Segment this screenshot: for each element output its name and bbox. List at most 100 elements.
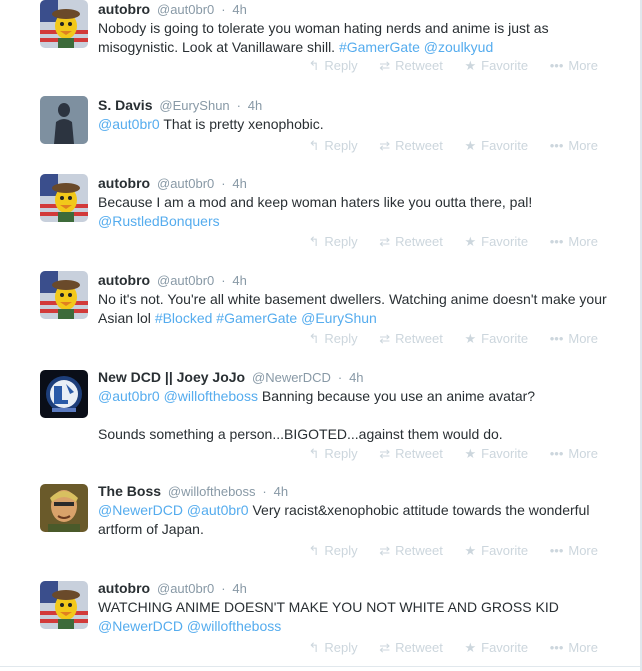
avatar[interactable] bbox=[40, 96, 88, 144]
tweet-timestamp[interactable]: 4h bbox=[248, 98, 262, 113]
retweet-label: Retweet bbox=[395, 331, 443, 346]
tweet-author-name[interactable]: autobro bbox=[98, 272, 150, 288]
tweet-timestamp[interactable]: 4h bbox=[232, 2, 246, 17]
reply-button[interactable]: ↰ Reply bbox=[308, 640, 357, 656]
tweet[interactable]: autobro @aut0br0 · 4h Because I am a mod… bbox=[0, 164, 642, 262]
retweet-button[interactable]: ⇄ Retweet bbox=[379, 640, 443, 656]
hashtag-link[interactable]: #GamerGate bbox=[339, 39, 420, 55]
avatar[interactable] bbox=[40, 581, 88, 629]
separator-dot: · bbox=[236, 98, 241, 113]
retweet-button[interactable]: ⇄ Retweet bbox=[379, 58, 443, 74]
reply-label: Reply bbox=[324, 138, 358, 153]
favorite-button[interactable]: ★ Favorite bbox=[464, 543, 528, 559]
retweet-button[interactable]: ⇄ Retweet bbox=[379, 234, 443, 250]
tweet-author-handle[interactable]: @EuryShun bbox=[159, 98, 229, 113]
favorite-button[interactable]: ★ Favorite bbox=[464, 640, 528, 656]
tweet-timestamp[interactable]: 4h bbox=[349, 370, 363, 385]
reply-button[interactable]: ↰ Reply bbox=[308, 446, 357, 462]
avatar[interactable] bbox=[40, 370, 88, 418]
hashtag-link[interactable]: #Blocked bbox=[155, 310, 213, 326]
mention-link[interactable]: @willoftheboss bbox=[164, 388, 258, 404]
tweet-text: @aut0br0 @willoftheboss Banning because … bbox=[98, 387, 630, 444]
tweet[interactable]: The Boss @willoftheboss · 4h @NewerDCD @… bbox=[0, 472, 642, 570]
favorite-button[interactable]: ★ Favorite bbox=[464, 234, 528, 250]
favorite-button[interactable]: ★ Favorite bbox=[464, 58, 528, 74]
hashtag-link[interactable]: #GamerGate bbox=[216, 310, 297, 326]
separator-dot: · bbox=[337, 370, 343, 385]
retweet-icon: ⇄ bbox=[379, 234, 391, 249]
mention-link[interactable]: @RustledBonquers bbox=[98, 213, 220, 229]
reply-button[interactable]: ↰ Reply bbox=[308, 234, 357, 250]
mention-link[interactable]: @aut0br0 bbox=[98, 388, 160, 404]
tweet-timestamp[interactable]: 4h bbox=[274, 484, 288, 499]
reply-button[interactable]: ↰ Reply bbox=[308, 138, 357, 154]
reply-label: Reply bbox=[324, 331, 358, 346]
more-button[interactable]: ••• More bbox=[550, 640, 598, 655]
retweet-button[interactable]: ⇄ Retweet bbox=[379, 138, 443, 154]
reply-button[interactable]: ↰ Reply bbox=[308, 543, 357, 559]
tweet-timestamp[interactable]: 4h bbox=[232, 273, 246, 288]
mention-link[interactable]: @zoulkyud bbox=[424, 39, 493, 55]
mention-link[interactable]: @aut0br0 bbox=[98, 116, 160, 132]
reply-button[interactable]: ↰ Reply bbox=[308, 331, 357, 347]
emblem-avatar-icon bbox=[40, 370, 88, 418]
avatar[interactable] bbox=[40, 484, 88, 532]
favorite-button[interactable]: ★ Favorite bbox=[464, 138, 528, 154]
more-button[interactable]: ••• More bbox=[550, 138, 598, 153]
more-button[interactable]: ••• More bbox=[550, 543, 598, 558]
tweet-timeline: autobro @aut0br0 · 4h Nobody is going to… bbox=[0, 0, 642, 671]
tweet-timestamp[interactable]: 4h bbox=[232, 581, 246, 596]
tweet-author-name[interactable]: autobro bbox=[98, 1, 150, 17]
retweet-button[interactable]: ⇄ Retweet bbox=[379, 543, 443, 559]
tweet-author-handle[interactable]: @aut0br0 bbox=[157, 273, 214, 288]
favorite-label: Favorite bbox=[481, 543, 529, 558]
retweet-button[interactable]: ⇄ Retweet bbox=[379, 446, 443, 462]
more-label: More bbox=[568, 58, 598, 73]
tweet[interactable]: autobro @aut0br0 · 4h WATCHING ANIME DOE… bbox=[0, 569, 642, 667]
tweet-author-handle[interactable]: @aut0br0 bbox=[157, 581, 214, 596]
tweet[interactable]: autobro @aut0br0 · 4h Nobody is going to… bbox=[0, 0, 642, 87]
tweet-actions: ↰ Reply ⇄ Retweet ★ Favorite ••• More bbox=[290, 446, 598, 462]
avatar[interactable] bbox=[40, 0, 88, 48]
tweet-author-name[interactable]: The Boss bbox=[98, 483, 161, 499]
tweet-text-segment: WATCHING ANIME DOESN'T MAKE YOU NOT WHIT… bbox=[98, 599, 559, 615]
reply-label: Reply bbox=[324, 640, 358, 655]
tweet-author-handle[interactable]: @aut0br0 bbox=[157, 176, 214, 191]
reply-button[interactable]: ↰ Reply bbox=[308, 58, 357, 74]
tweet-author-name[interactable]: New DCD || Joey JoJo bbox=[98, 369, 245, 385]
face-avatar-icon bbox=[40, 484, 88, 532]
favorite-label: Favorite bbox=[481, 58, 529, 73]
favorite-label: Favorite bbox=[481, 331, 529, 346]
avatar[interactable] bbox=[40, 174, 88, 222]
more-button[interactable]: ••• More bbox=[550, 58, 598, 73]
star-icon: ★ bbox=[464, 543, 477, 558]
reply-icon: ↰ bbox=[308, 138, 320, 153]
mention-link[interactable]: @aut0br0 bbox=[187, 502, 249, 518]
more-button[interactable]: ••• More bbox=[550, 446, 598, 461]
tweet-author-name[interactable]: S. Davis bbox=[98, 97, 152, 113]
star-icon: ★ bbox=[464, 640, 477, 655]
mention-link[interactable]: @willoftheboss bbox=[187, 618, 281, 634]
retweet-button[interactable]: ⇄ Retweet bbox=[379, 331, 443, 347]
mention-link[interactable]: @EuryShun bbox=[301, 310, 377, 326]
tweet-timestamp[interactable]: 4h bbox=[232, 176, 246, 191]
tweet-author-name[interactable]: autobro bbox=[98, 580, 150, 596]
mention-link[interactable]: @NewerDCD bbox=[98, 618, 183, 634]
tweet-author-handle[interactable]: @willoftheboss bbox=[168, 484, 256, 499]
more-dots-icon: ••• bbox=[549, 234, 564, 249]
tweet-author-handle[interactable]: @aut0br0 bbox=[157, 2, 214, 17]
mention-link[interactable]: @NewerDCD bbox=[98, 502, 183, 518]
avatar[interactable] bbox=[40, 271, 88, 319]
tweet-author-handle[interactable]: @NewerDCD bbox=[252, 370, 331, 385]
favorite-button[interactable]: ★ Favorite bbox=[464, 331, 528, 347]
tweet[interactable]: New DCD || Joey JoJo @NewerDCD · 4h @aut… bbox=[0, 358, 642, 473]
tweet-actions: ↰ Reply ⇄ Retweet ★ Favorite ••• More bbox=[290, 331, 598, 347]
favorite-button[interactable]: ★ Favorite bbox=[464, 446, 528, 462]
tweet[interactable]: autobro @aut0br0 · 4h No it's not. You'r… bbox=[0, 261, 642, 359]
more-button[interactable]: ••• More bbox=[550, 234, 598, 249]
tweet-author-name[interactable]: autobro bbox=[98, 175, 150, 191]
retweet-icon: ⇄ bbox=[379, 138, 391, 153]
tweet[interactable]: S. Davis @EuryShun · 4h @aut0br0 That is… bbox=[0, 86, 642, 165]
more-button[interactable]: ••• More bbox=[550, 331, 598, 346]
bird-flag-avatar-icon bbox=[40, 581, 88, 629]
